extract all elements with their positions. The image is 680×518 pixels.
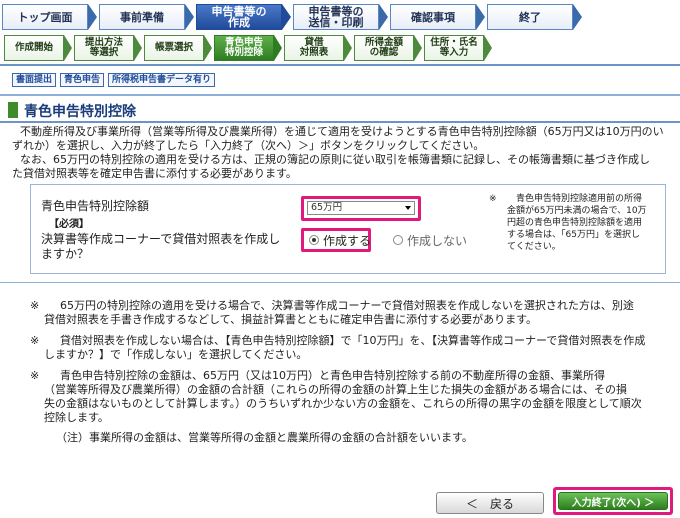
- divider: [0, 282, 680, 283]
- divider: [0, 64, 680, 66]
- deduction-select-value: 65万円: [311, 202, 343, 213]
- side-note-line-5: てください。: [507, 242, 561, 252]
- next-button[interactable]: 入力終了(次へ) ＞: [558, 492, 668, 510]
- note-mark: ※: [30, 369, 40, 382]
- step-label: トップ画面: [17, 10, 73, 24]
- substep-start: 作成開始: [4, 35, 64, 61]
- required-label: 【必須】: [49, 219, 89, 230]
- back-button[interactable]: ＜ 戻る: [436, 492, 544, 514]
- deduction-label: 青色申告特別控除額: [41, 199, 150, 213]
- step-label: 終了: [519, 10, 541, 24]
- note-3-line-2: （営業等所得及び農業所得）の金額の合計額（これらの所得の金額の計算上生じた損失の…: [44, 383, 627, 396]
- substep-label: 住所・氏名 等入力: [430, 37, 478, 58]
- step-arrow-icon: [476, 4, 485, 30]
- back-arrow-icon: ＜: [465, 496, 478, 511]
- step-arrow-icon: [379, 4, 388, 30]
- substep-label: 所得金額 の確認: [364, 37, 403, 58]
- substep-income-confirm: 所得金額 の確認: [354, 35, 414, 61]
- substep-label: 青色申告 特別控除: [224, 37, 263, 58]
- step-preparation: 事前準備: [99, 4, 185, 30]
- note-mark: ※: [30, 299, 40, 312]
- side-note-mark: ※: [489, 194, 497, 204]
- substep-arrow-icon: [344, 35, 352, 61]
- substep-arrow-icon: [484, 35, 492, 61]
- divider: [0, 121, 680, 123]
- title-marker: [8, 102, 18, 118]
- note-1-line-1: 65万円の特別控除の適用を受ける場合で、決算書等作成コーナーで貸借対照表を作成し…: [60, 299, 634, 312]
- back-button-label: 戻る: [490, 496, 515, 511]
- side-note-line-2: 金額が65万円未満の場合で、10万: [507, 206, 647, 216]
- substep-arrow-icon: [204, 35, 212, 61]
- step-send-print: 申告書等の 送信・印刷: [293, 4, 379, 30]
- step-label: 確認事項: [411, 10, 455, 24]
- note-1-line-2: 貸借対照表を手書き作成するなどして、損益計算書とともに確定申告書に添付する必要が…: [44, 313, 538, 326]
- tag-paper-submission: 書面提出: [12, 73, 57, 87]
- substep-label: 作成開始: [14, 42, 53, 53]
- mode-tags: 書面提出 青色申告 所得税申告書データ有り: [12, 73, 216, 87]
- substep-label: 貸借 対照表: [299, 37, 329, 58]
- step-arrow-icon: [88, 4, 97, 30]
- side-note-line-4: する場合は、「65万円」を選択し: [507, 230, 640, 240]
- step-create-forms: 申告書等の 作成: [196, 4, 282, 30]
- substep-form-select: 帳票選択: [144, 35, 204, 61]
- note-3-line-1: 青色申告特別控除の金額は、65万円（又は10万円）と青色申告特別控除する前の不動…: [60, 369, 605, 382]
- step-arrow-icon: [573, 4, 582, 30]
- intro-line-1: 不動産所得及び事業所得（営業等所得及び農業所得）を通じて適用を受けようとする青色…: [20, 125, 664, 138]
- deduction-select[interactable]: 65万円: [307, 201, 415, 215]
- note-3-line-3: 失の金額はないものとして計算します。）のうちいずれか少ない方の金額を、これらの所…: [44, 397, 642, 410]
- balance-question-line-1: 決算書等作成コーナーで貸借対照表を作成し: [41, 232, 281, 246]
- note-4: （注）事業所得の金額は、営業等所得の金額と農業所得の金額の合計額をいいます。: [56, 431, 473, 444]
- tag-income-tax-data: 所得税申告書データ有り: [108, 73, 216, 87]
- substep-label: 帳票選択: [154, 42, 193, 53]
- step-label: 事前準備: [120, 10, 164, 24]
- balance-question-line-2: ますか？: [41, 247, 90, 261]
- step-label: 申告書等の 作成: [211, 5, 267, 29]
- side-note-line-3: 円超の青色申告特別控除額を適用: [507, 218, 643, 228]
- radio-not-create[interactable]: [393, 235, 403, 245]
- step-label: 申告書等の 送信・印刷: [308, 5, 364, 29]
- intro-line-3: なお、65万円の特別控除の適用を受ける方は、正規の簿記の原則に従い取引を帳簿書類…: [20, 153, 650, 166]
- radio-create[interactable]: [309, 235, 319, 245]
- step-top-screen: トップ画面: [2, 4, 88, 30]
- chevron-down-icon: [405, 206, 411, 210]
- substep-arrow-icon: [414, 35, 422, 61]
- step-arrow-icon: [282, 4, 291, 30]
- note-2-line-2: しますか？】で「作成しない」を選択してください。: [44, 348, 308, 361]
- radio-create-label[interactable]: 作成する: [323, 232, 371, 249]
- next-button-label: 入力終了(次へ) ＞: [571, 497, 655, 509]
- intro-line-2: ずれか）を選択し、入力が終了したら「入力終了（次へ）＞」ボタンをクリックしてくだ…: [12, 139, 485, 152]
- substep-arrow-icon: [64, 35, 72, 61]
- side-note-line-1: 青色申告特別控除適用前の所得: [516, 194, 643, 204]
- note-2-line-1: 貸借対照表を作成しない場合は、【青色申告特別控除額】で「10万円」を、【決算書等…: [60, 334, 646, 347]
- radio-not-create-label[interactable]: 作成しない: [407, 232, 467, 249]
- tag-blue-return: 青色申告: [60, 73, 105, 87]
- page-title: 青色申告特別控除: [24, 104, 136, 120]
- substep-address-name: 住所・氏名 等入力: [424, 35, 484, 61]
- step-finish: 終了: [487, 4, 573, 30]
- step-arrow-icon: [185, 4, 194, 30]
- form-box: 青色申告特別控除額 【必須】 65万円 決算書等作成コーナーで貸借対照表を作成し…: [30, 184, 666, 274]
- intro-line-4: た貸借対照表等を確定申告書に添付する必要があります。: [12, 167, 297, 180]
- substep-arrow-icon: [134, 35, 142, 61]
- step-confirmation: 確認事項: [390, 4, 476, 30]
- substep-label: 提出方法 等選択: [84, 37, 123, 58]
- note-3-line-4: 控除します。: [44, 411, 109, 424]
- divider: [0, 94, 680, 96]
- substep-balance-sheet: 貸借 対照表: [284, 35, 344, 61]
- substep-blue-deduction: 青色申告 特別控除: [214, 35, 274, 61]
- substep-submission-method: 提出方法 等選択: [74, 35, 134, 61]
- note-mark: ※: [30, 334, 40, 347]
- substep-arrow-icon: [274, 35, 282, 61]
